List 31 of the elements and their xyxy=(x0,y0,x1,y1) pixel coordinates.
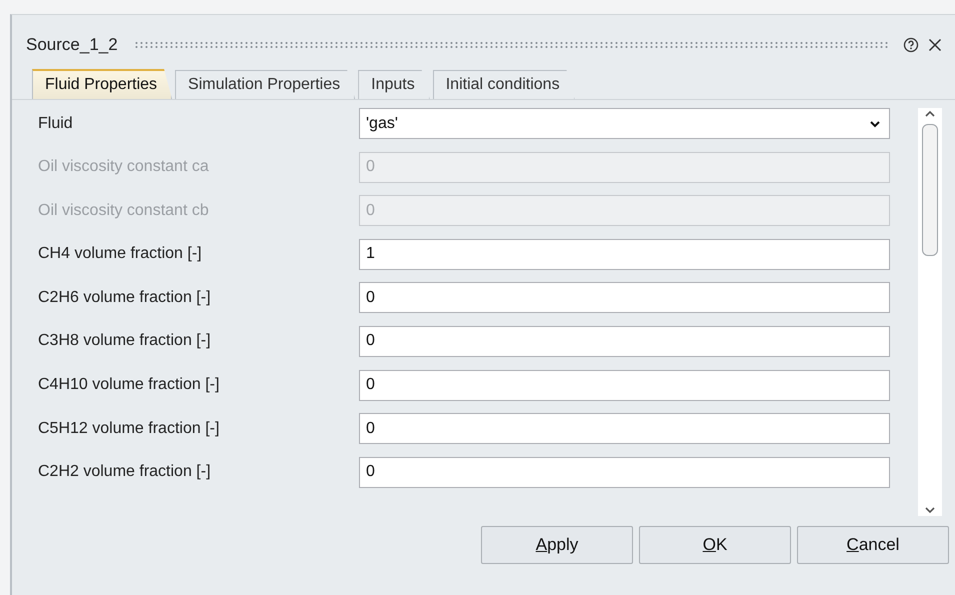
scroll-thumb[interactable] xyxy=(922,124,938,256)
dialog-button[interactable]: OK xyxy=(639,526,791,564)
field-label: Fluid xyxy=(38,114,74,132)
scroll-down-icon[interactable] xyxy=(924,506,936,514)
field-label: C2H6 volume fraction [-] xyxy=(38,288,212,307)
close-icon[interactable] xyxy=(927,37,943,53)
field-label: Oil viscosity constant ca xyxy=(38,158,210,176)
input-field[interactable]: 0 xyxy=(359,282,890,314)
field-label: C3H8 volume fraction [-] xyxy=(38,332,212,350)
scrollbar[interactable] xyxy=(918,108,942,516)
field-label: CH4 volume fraction [-] xyxy=(38,245,203,264)
field-label: Oil viscosity constant cb xyxy=(38,202,210,220)
field-label: C4H10 volume fraction [-] xyxy=(38,376,220,394)
input-field[interactable]: 0 xyxy=(359,326,890,357)
field-label: C2H2 volume fraction [-] xyxy=(38,463,212,482)
input-field[interactable]: 0 xyxy=(359,413,890,444)
input-field[interactable]: 0 xyxy=(359,456,890,488)
dialog-button[interactable]: Apply xyxy=(481,526,633,564)
input-field[interactable]: 0 xyxy=(359,370,890,401)
dropdown-field[interactable]: 'gas' xyxy=(359,108,890,139)
help-icon[interactable] xyxy=(903,37,919,53)
window-title: Source_1_2 xyxy=(26,35,118,55)
tab[interactable]: Fluid Properties xyxy=(32,69,172,99)
input-field[interactable]: 1 xyxy=(359,238,890,270)
tab[interactable]: Simulation Properties xyxy=(175,70,356,99)
tab[interactable]: Initial conditions xyxy=(432,70,575,99)
caret-icon[interactable] xyxy=(869,120,881,128)
scroll-up-icon[interactable] xyxy=(924,110,936,118)
field-label: C5H12 volume fraction [-] xyxy=(38,420,220,438)
dialog-button[interactable]: Cancel xyxy=(797,526,949,564)
tab[interactable]: Inputs xyxy=(358,70,430,99)
